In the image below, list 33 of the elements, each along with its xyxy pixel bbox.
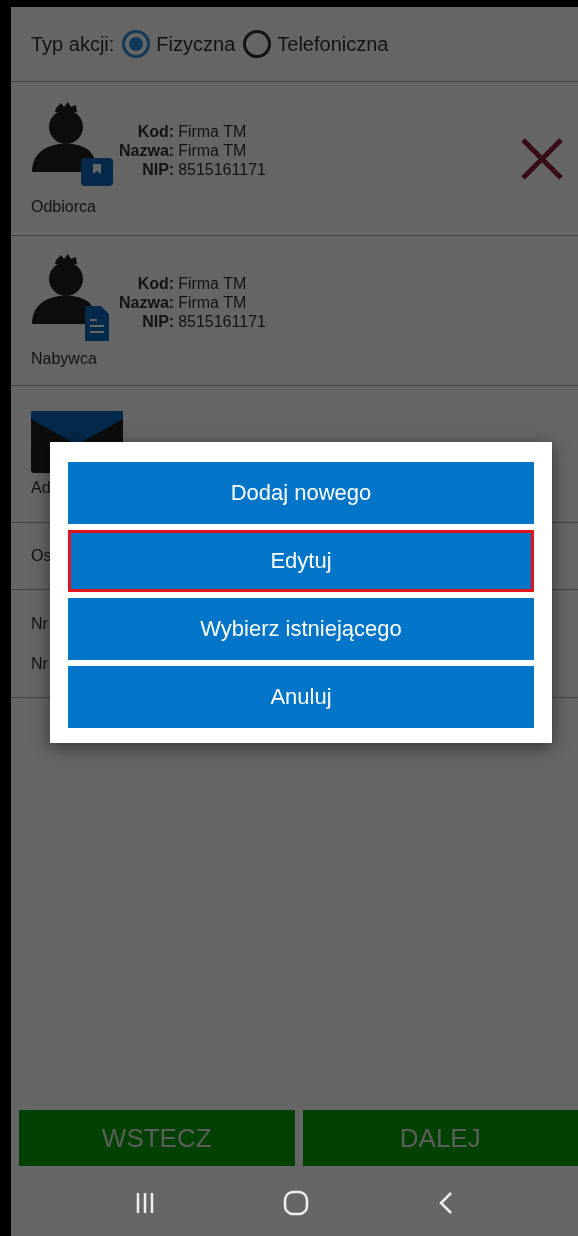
close-icon[interactable] [520, 136, 564, 181]
dialog-button[interactable]: Anuluj [68, 666, 534, 728]
field-label: Nazwa: [119, 293, 175, 312]
back-icon[interactable] [439, 1191, 454, 1215]
action-type-radio[interactable]: Fizyczna [122, 30, 236, 58]
field-value: Firma TM [178, 293, 248, 312]
field-label: Nazwa: [119, 141, 175, 160]
radio-icon[interactable] [122, 30, 151, 58]
action-type-radio[interactable]: Telefoniczna [243, 30, 389, 58]
field-label: NIP: [141, 312, 175, 331]
dialog-button[interactable]: Dodaj nowego [68, 462, 534, 524]
home-icon[interactable] [283, 1190, 310, 1216]
field-label: NIP: [141, 160, 175, 179]
person-label: Os [31, 547, 52, 565]
action-type-label: Typ akcji: [31, 32, 115, 56]
address-label: Ad [31, 479, 51, 497]
dialog-button[interactable]: Wybierz istniejącego [68, 598, 534, 660]
field-value: 8515161171 [178, 312, 266, 331]
field-label: Kod: [136, 122, 175, 141]
dialog-button[interactable]: Edytuj [68, 530, 534, 592]
field-label: Kod: [136, 274, 175, 293]
number-label: Nr [31, 654, 48, 673]
radio-label: Telefoniczna [277, 32, 389, 56]
contact-role: Nabywca [31, 349, 97, 368]
field-value: 8515161171 [178, 160, 266, 179]
radio-label: Fizyczna [156, 32, 236, 56]
number-label: Nr [31, 614, 48, 633]
contact-role: Odbiorca [31, 197, 96, 216]
field-value: Firma TM [178, 274, 248, 293]
field-value: Firma TM [178, 141, 248, 160]
recent-apps-icon[interactable] [135, 1192, 154, 1214]
radio-icon[interactable] [243, 30, 272, 58]
field-value: Firma TM [178, 122, 248, 141]
